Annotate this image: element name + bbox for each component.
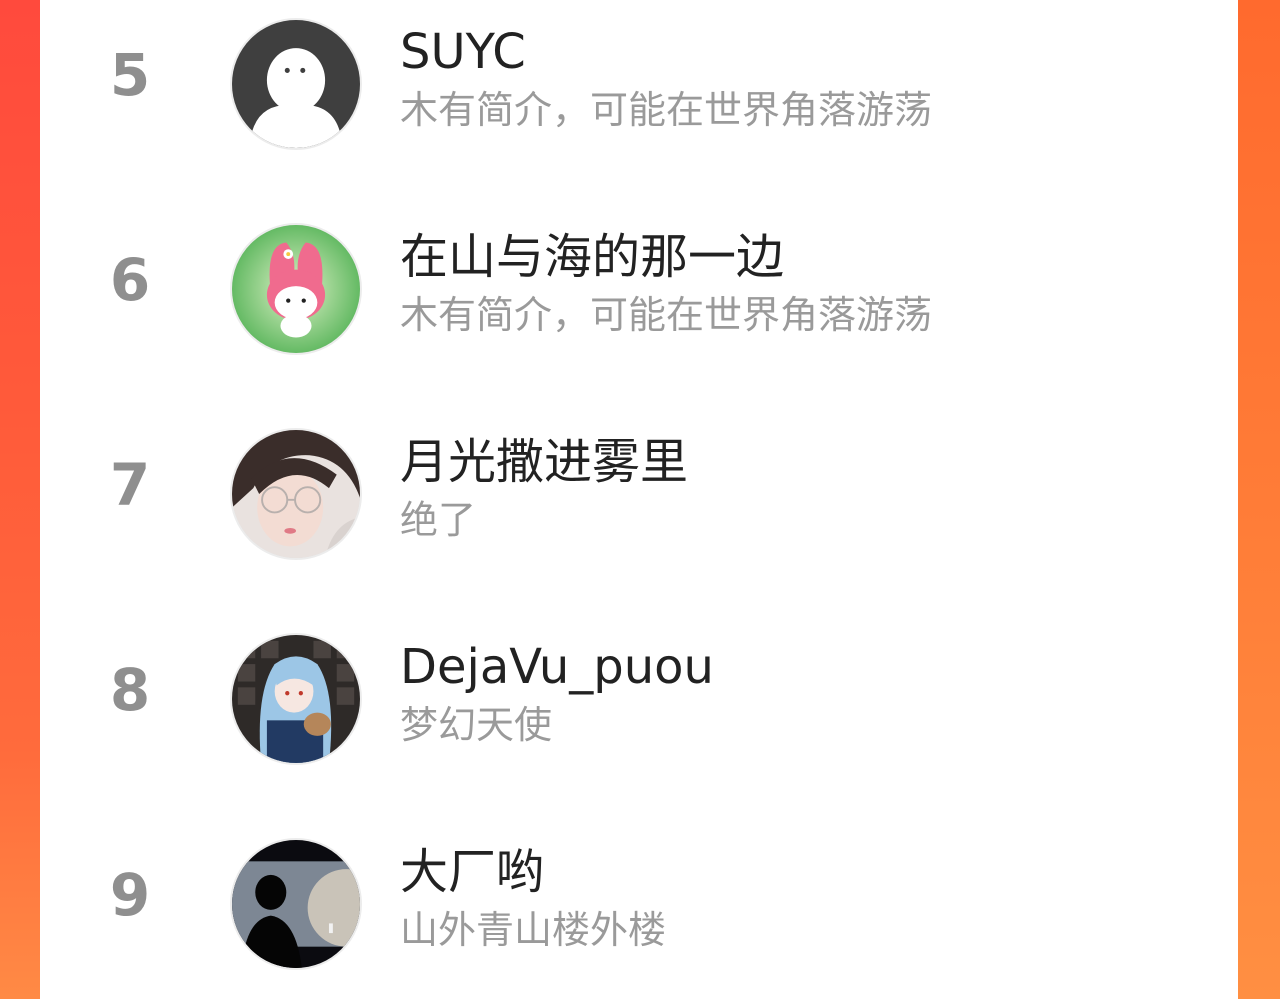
ranking-row[interactable]: 5 SUYC 木有简介，可能在世界角落游荡	[40, 4, 1238, 164]
ranking-row[interactable]: 6 在山与海的那一边 木有简介，可能在世界角落游荡	[40, 209, 1238, 369]
user-name[interactable]: 大厂哟	[400, 846, 544, 899]
user-bio: 绝了	[400, 498, 477, 542]
user-bio: 山外青山楼外楼	[400, 908, 667, 952]
silhouette-moon-avatar-icon[interactable]	[230, 838, 362, 970]
user-name[interactable]: 在山与海的那一边	[400, 231, 784, 284]
user-bio: 木有简介，可能在世界角落游荡	[400, 293, 933, 337]
rank-number: 9	[109, 861, 151, 929]
user-name[interactable]: SUYC	[400, 26, 526, 79]
user-name[interactable]: DejaVu_puou	[400, 641, 714, 694]
ranking-list: 5 SUYC 木有简介，可能在世界角落游荡 6 在山与海的那一边 木有简介，可能…	[40, 0, 1238, 999]
user-name[interactable]: 月光撒进雾里	[400, 436, 688, 489]
anime-girl-avatar-icon[interactable]	[230, 633, 362, 765]
user-bio: 梦幻天使	[400, 703, 553, 747]
default-ghost-avatar-icon[interactable]	[230, 18, 362, 150]
rank-number: 8	[109, 656, 151, 724]
rank-number: 5	[109, 41, 151, 109]
ranking-row[interactable]: 9 大厂哟 山外青山楼外楼	[40, 824, 1238, 984]
portrait-glasses-avatar-icon[interactable]	[230, 428, 362, 560]
rank-number: 6	[109, 246, 151, 314]
ranking-row[interactable]: 8 DejaVu_puou 梦幻天使	[40, 619, 1238, 779]
melody-sticker-avatar-icon[interactable]	[230, 223, 362, 355]
ranking-row[interactable]: 7 月光撒进雾里 绝了	[40, 414, 1238, 574]
rank-number: 7	[109, 451, 151, 519]
ranking-card: 5 SUYC 木有简介，可能在世界角落游荡 6 在山与海的那一边 木有简介，可能…	[40, 0, 1238, 999]
right-background-strip	[1238, 0, 1280, 999]
user-bio: 木有简介，可能在世界角落游荡	[400, 88, 933, 132]
